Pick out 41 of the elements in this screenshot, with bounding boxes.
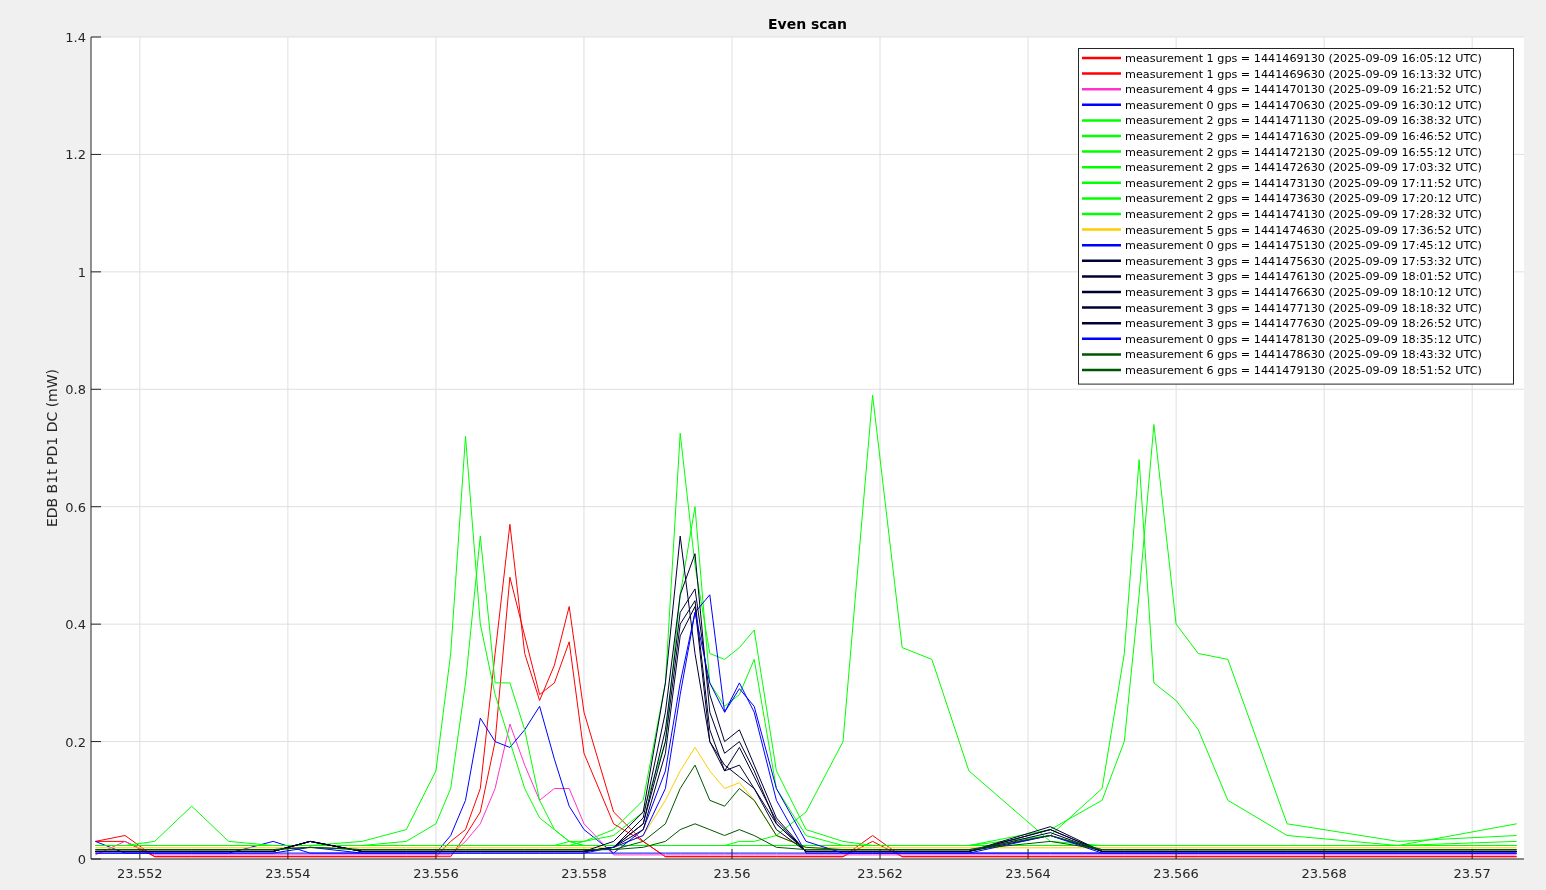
legend-label: measurement 1 gps = 1441469630 (2025-09-09 16:13:32 UTC) (1125, 67, 1482, 81)
legend-label: measurement 2 gps = 1441472630 (2025-09-09 17:03:32 UTC) (1125, 161, 1482, 175)
legend-label: measurement 0 gps = 1441478130 (2025-09-09 18:35:12 UTC) (1125, 332, 1482, 346)
y-tick-label: 0.2 (65, 734, 86, 750)
x-tick-label: 23.57 (1453, 866, 1491, 881)
y-tick-label: 0.6 (65, 499, 86, 515)
x-tick-label: 23.566 (1153, 866, 1199, 881)
legend-label: measurement 2 gps = 1441473130 (2025-09-09 17:11:52 UTC) (1125, 176, 1482, 190)
legend-label: measurement 2 gps = 1441471630 (2025-09-09 16:46:52 UTC) (1125, 130, 1482, 143)
legend-label: measurement 3 gps = 1441476130 (2025-09-09 18:01:52 UTC) (1125, 270, 1482, 284)
y-tick-label: 0 (77, 852, 86, 867)
legend-label: measurement 1 gps = 1441469130 (2025-09-09 16:05:12 UTC) (1125, 52, 1482, 65)
x-tick-label: 23.568 (1301, 866, 1347, 881)
legend-label: measurement 2 gps = 1441471130 (2025-09-09 16:38:32 UTC) (1125, 114, 1482, 128)
legend-label: measurement 6 gps = 1441479130 (2025-09-09 18:51:52 UTC) (1125, 364, 1482, 377)
legend-label: measurement 3 gps = 1441477130 (2025-09-09 18:18:32 UTC) (1125, 301, 1482, 315)
x-tick-label: 23.558 (561, 866, 607, 881)
y-tick-label: 1 (77, 264, 86, 280)
legend-label: measurement 0 gps = 1441470630 (2025-09-09 16:30:12 UTC) (1125, 98, 1482, 112)
y-axis-label: EDB B1t PD1 DC (mW) (44, 368, 60, 528)
legend-label: measurement 0 gps = 1441475130 (2025-09-09 17:45:12 UTC) (1125, 239, 1482, 253)
legend-label: measurement 2 gps = 1441474130 (2025-09-09 17:28:32 UTC) (1125, 208, 1482, 221)
x-tick-label: 23.554 (265, 866, 311, 881)
y-tick-label: 0.4 (65, 617, 86, 633)
legend-label: measurement 3 gps = 1441476630 (2025-09-09 18:10:12 UTC) (1125, 286, 1482, 299)
x-tick-label: 23.556 (413, 866, 459, 881)
legend-label: measurement 5 gps = 1441474630 (2025-09-09 17:36:52 UTC) (1125, 223, 1482, 237)
legend-label: measurement 3 gps = 1441477630 (2025-09-09 18:26:52 UTC) (1125, 317, 1482, 331)
legend-label: measurement 4 gps = 1441470130 (2025-09-09 16:21:52 UTC) (1125, 83, 1482, 97)
chart-title: Even scan (767, 16, 848, 32)
x-tick-label: 23.564 (1005, 866, 1051, 881)
x-tick-label: 23.552 (117, 866, 163, 881)
legend-label: measurement 6 gps = 1441478630 (2025-09-09 18:43:32 UTC) (1125, 348, 1482, 362)
y-tick-label: 1.4 (65, 30, 86, 45)
x-tick-label: 23.56 (713, 866, 751, 881)
y-tick-label: 0.8 (65, 382, 86, 398)
y-tick-label: 1.2 (65, 147, 86, 163)
x-tick-label: 23.562 (857, 866, 903, 881)
legend-label: measurement 2 gps = 1441473630 (2025-09-09 17:20:12 UTC) (1125, 192, 1482, 206)
legend-label: measurement 3 gps = 1441475630 (2025-09-09 17:53:32 UTC) (1125, 254, 1482, 268)
legend-label: measurement 2 gps = 1441472130 (2025-09-09 16:55:12 UTC) (1125, 145, 1482, 159)
